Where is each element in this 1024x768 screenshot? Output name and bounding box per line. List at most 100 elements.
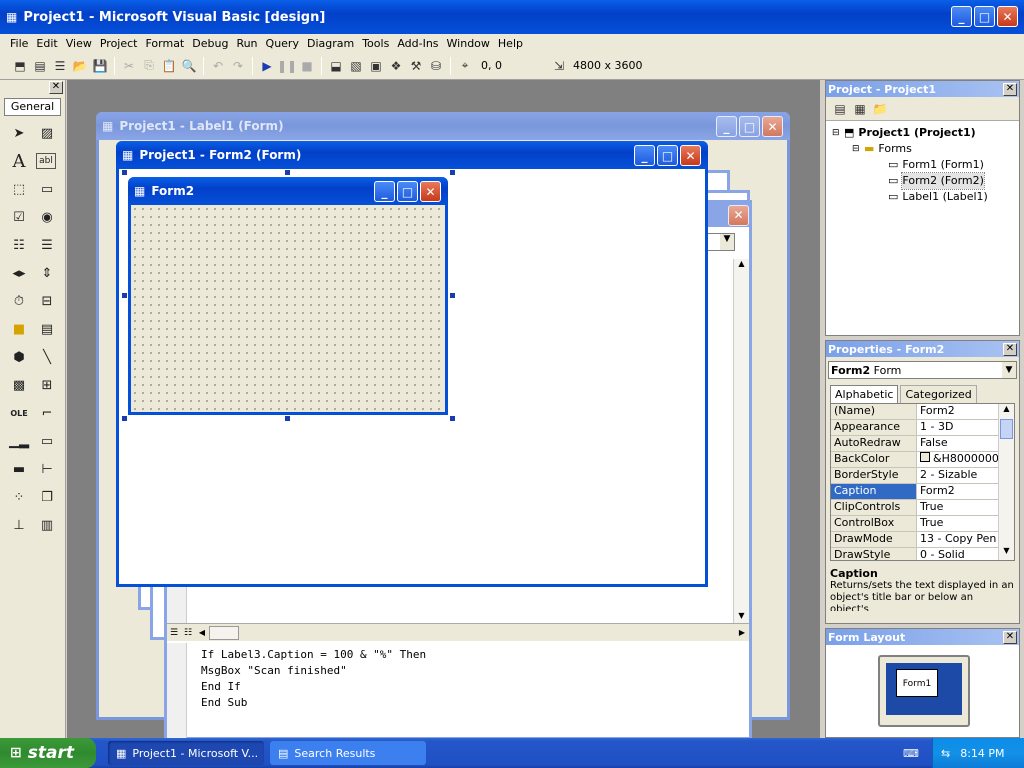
project-close-icon[interactable]: ✕ — [1003, 82, 1017, 96]
resize-handle[interactable] — [285, 170, 290, 175]
toggle-folders-icon[interactable]: 📁 — [870, 99, 890, 119]
picturebox-icon[interactable]: ▨ — [36, 122, 58, 144]
property-row[interactable]: (Name) Form2 — [831, 404, 1014, 420]
property-row-selected[interactable]: Caption Form2 — [831, 484, 1014, 500]
toolbox-general-tab[interactable]: General — [4, 98, 61, 116]
procedure-dropdown[interactable]: ▼ — [707, 233, 735, 251]
resize-handle[interactable] — [450, 170, 455, 175]
tree-root[interactable]: ⊟ ⬒ Project1 (Project1) — [832, 125, 1013, 141]
maximize-button[interactable]: □ — [974, 6, 995, 27]
label1-maximize-button[interactable]: □ — [739, 116, 760, 137]
commandbutton-icon[interactable]: ▭ — [36, 178, 58, 200]
resize-handle[interactable] — [450, 293, 455, 298]
resize-handle[interactable] — [122, 416, 127, 421]
paste-icon[interactable]: 📋 — [159, 56, 179, 76]
hscroll-thumb[interactable] — [209, 625, 239, 640]
property-row[interactable]: DrawStyle 0 - Solid — [831, 548, 1014, 560]
properties-close-icon[interactable]: ✕ — [1003, 342, 1017, 356]
property-row[interactable]: ControlBox True — [831, 516, 1014, 532]
dirlistbox-icon[interactable]: ■ — [8, 318, 30, 340]
taskbar-item-vb[interactable]: ▦ Project1 - Microsoft V... — [108, 741, 264, 765]
procedure-view-icon[interactable]: ☰ — [167, 628, 181, 638]
property-row[interactable]: Appearance 1 - 3D — [831, 420, 1014, 436]
minimize-button[interactable]: _ — [951, 6, 972, 27]
redo-icon[interactable]: ↷ — [228, 56, 248, 76]
code-hscrollbar[interactable]: ☰ ☷ ◀ ▶ — [167, 623, 749, 641]
checkbox-icon[interactable]: ☑ — [8, 206, 30, 228]
timer-icon[interactable]: ⏱ — [8, 290, 30, 312]
view-code-icon[interactable]: ▤ — [830, 99, 850, 119]
menu-run[interactable]: Run — [236, 37, 257, 50]
menu-help[interactable]: Help — [498, 37, 523, 50]
toolbar-control-icon[interactable]: ▁▂ — [8, 430, 30, 452]
open-project-icon[interactable]: 📂 — [70, 56, 90, 76]
chevron-down-icon[interactable]: ▼ — [1002, 362, 1016, 378]
collapse-icon[interactable]: ⊟ — [852, 141, 864, 157]
tab-alphabetic[interactable]: Alphabetic — [830, 385, 899, 403]
menu-tools[interactable]: Tools — [362, 37, 389, 50]
add-form-icon[interactable]: ▤ — [30, 56, 50, 76]
tree-item-form1[interactable]: ▭ Form1 (Form1) — [832, 157, 1013, 173]
property-row[interactable]: DrawMode 13 - Copy Pen — [831, 532, 1014, 548]
form2-designer-close-button[interactable]: ✕ — [680, 145, 701, 166]
menu-diagram[interactable]: Diagram — [307, 37, 354, 50]
toolbox-icon[interactable]: ⚒ — [406, 56, 426, 76]
form-layout-icon[interactable]: ▣ — [366, 56, 386, 76]
image-icon[interactable]: ▩ — [8, 374, 30, 396]
resize-handle[interactable] — [122, 170, 127, 175]
label1-close-button[interactable]: ✕ — [762, 116, 783, 137]
save-icon[interactable]: 💾 — [90, 56, 110, 76]
menu-window[interactable]: Window — [447, 37, 490, 50]
form2-close-button[interactable]: ✕ — [420, 181, 441, 202]
ole-icon[interactable]: OLE — [8, 402, 30, 424]
properties-scrollbar[interactable]: ▲ ▼ — [998, 404, 1014, 560]
clock[interactable]: 8:14 PM — [960, 747, 1004, 760]
form2-designer-minimize-button[interactable]: _ — [634, 145, 655, 166]
scroll-left-icon[interactable]: ◀ — [195, 628, 209, 637]
label-icon[interactable]: A — [8, 150, 30, 172]
code-close-button[interactable]: ✕ — [728, 204, 749, 226]
code-text[interactable]: If Label3.Caption = 100 & "%" Then MsgBo… — [201, 647, 721, 711]
break-icon[interactable]: ❚❚ — [277, 56, 297, 76]
data-control-icon[interactable]: ⊞ — [36, 374, 58, 396]
form2-design-form[interactable]: ▦ Form2 _ □ ✕ — [128, 177, 448, 415]
network-icon[interactable]: ⇆ — [941, 747, 950, 760]
object-dropdown[interactable]: Form2 Form ▼ — [828, 361, 1017, 379]
properties-window-icon[interactable]: ▧ — [346, 56, 366, 76]
form2-minimize-button[interactable]: _ — [374, 181, 395, 202]
end-icon[interactable]: ■ — [297, 56, 317, 76]
collapse-icon[interactable]: ⊟ — [832, 125, 844, 141]
line-icon[interactable]: ╲ — [36, 346, 58, 368]
view-object-icon[interactable]: ▦ — [850, 99, 870, 119]
full-module-view-icon[interactable]: ☷ — [181, 628, 195, 638]
listbox-icon[interactable]: ☰ — [36, 234, 58, 256]
start-icon[interactable]: ▶ — [257, 56, 277, 76]
form2-maximize-button[interactable]: □ — [397, 181, 418, 202]
find-icon[interactable]: 🔍 — [179, 56, 199, 76]
property-row[interactable]: ClipControls True — [831, 500, 1014, 516]
toolbox-close-icon[interactable]: ✕ — [49, 81, 63, 94]
menu-addins[interactable]: Add-Ins — [397, 37, 438, 50]
copy-icon[interactable]: ⎘ — [139, 56, 159, 76]
menu-view[interactable]: View — [66, 37, 92, 50]
undo-icon[interactable]: ↶ — [208, 56, 228, 76]
textbox-icon[interactable]: abl — [36, 153, 56, 169]
tab-categorized[interactable]: Categorized — [900, 385, 977, 403]
scroll-right-icon[interactable]: ▶ — [735, 628, 749, 637]
label1-minimize-button[interactable]: _ — [716, 116, 737, 137]
combobox-icon[interactable]: ☷ — [8, 234, 30, 256]
optionbutton-icon[interactable]: ◉ — [36, 206, 58, 228]
tabstrip-icon[interactable]: ⌐ — [36, 402, 58, 424]
imagecombo-icon[interactable]: ▥ — [36, 514, 58, 536]
project-explorer-icon[interactable]: ⬓ — [326, 56, 346, 76]
hscrollbar-icon[interactable]: ◂▸ — [8, 262, 30, 284]
tree-folder[interactable]: ⊟ ▬ Forms — [832, 141, 1013, 157]
object-browser-icon[interactable]: ❖ — [386, 56, 406, 76]
drivelistbox-icon[interactable]: ⊟ — [36, 290, 58, 312]
listview-icon[interactable]: ⁘ — [8, 486, 30, 508]
start-button[interactable]: ⊞ start — [0, 738, 96, 768]
scroll-up-icon[interactable]: ▲ — [999, 404, 1014, 418]
resize-handle[interactable] — [285, 416, 290, 421]
close-button[interactable]: ✕ — [997, 6, 1018, 27]
progressbar-icon[interactable]: ▬ — [8, 458, 30, 480]
